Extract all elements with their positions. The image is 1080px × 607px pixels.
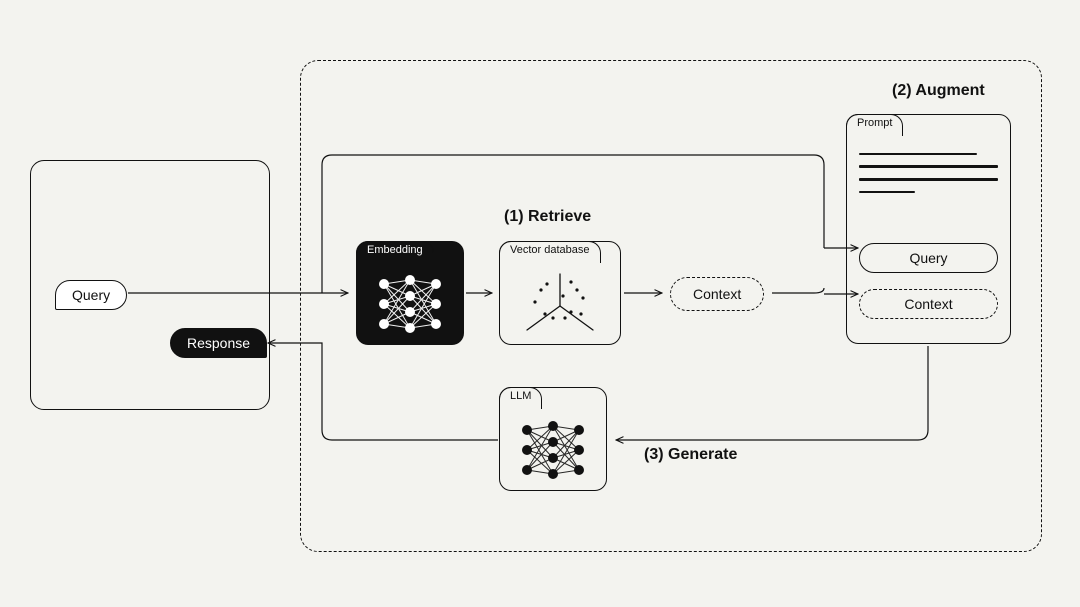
stage-retrieve-label: (1) Retrieve [504, 208, 591, 226]
prompt-title: Prompt [846, 114, 903, 136]
query-bubble: Query [55, 280, 127, 310]
llm-label: LLM [499, 387, 542, 409]
vector-db-card: Vector database [499, 241, 621, 345]
diagram-canvas: Query Response (1) Retrieve (2) Augment … [0, 0, 1080, 607]
stage-augment-label: (2) Augment [892, 82, 985, 100]
context-pill: Context [670, 277, 764, 311]
neural-net-icon [357, 264, 463, 344]
llm-icon [500, 410, 606, 490]
response-bubble: Response [170, 328, 267, 358]
vector-db-label: Vector database [499, 241, 601, 263]
stage-generate-label: (3) Generate [644, 446, 737, 464]
prompt-context-chip: Context [859, 289, 998, 319]
embedding-card: Embedding [356, 241, 464, 345]
prompt-box: Prompt Query Context [846, 114, 1011, 344]
prompt-text-lines [859, 153, 998, 203]
embedding-label: Embedding [356, 241, 434, 263]
vector-space-icon [500, 264, 620, 344]
llm-card: LLM [499, 387, 607, 491]
prompt-query-chip: Query [859, 243, 998, 273]
